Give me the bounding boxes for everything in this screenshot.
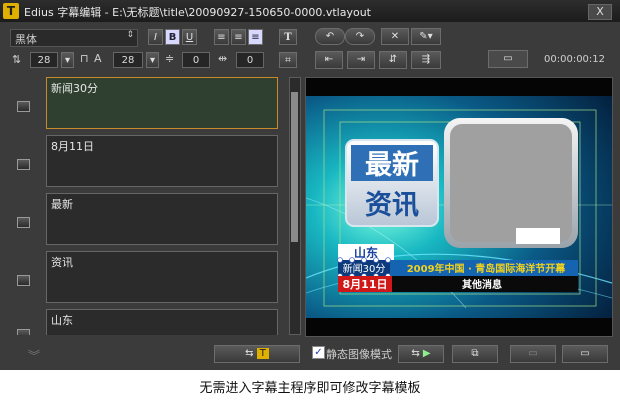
safe-area-icon[interactable]: ▭ [488,50,528,68]
font-select-value: 黑体 [15,33,37,46]
chevron-down-icon[interactable]: ▾ [146,52,159,68]
close-button[interactable]: X [588,4,612,20]
font-select[interactable]: 黑体 ⇕ [10,29,138,47]
font-size-input-1[interactable]: 28 [30,52,58,68]
text-tool-button[interactable]: T [279,29,297,45]
layer-effect-2-icon[interactable]: ⇥ [347,51,375,69]
lock-icon[interactable]: ⊓ [80,52,89,65]
subtitle-strip-icon[interactable]: ▭ [562,345,608,363]
copy-frame-icon[interactable]: ⧉ [452,345,498,363]
align-center-icon[interactable]: ≡ [231,29,246,45]
layer-text-field[interactable]: 山东 [46,309,278,335]
chevron-down-icon: ⇕ [126,30,134,40]
program-label: 新闻30分 [343,262,386,275]
layer-text-field[interactable]: 最新 [46,193,278,245]
list-item[interactable]: 山东 [8,305,288,335]
list-item[interactable]: 最新 [8,189,288,245]
text-fit-icon[interactable]: ⌗ [279,52,297,68]
delete-icon[interactable]: ✕ [381,28,409,45]
date-label: 8月11日 [343,278,388,291]
visibility-icon[interactable] [10,271,36,291]
line-spacing-icon: ≑ [165,52,175,65]
app-logo-icon: T [3,3,19,19]
chevron-down-double-icon: ︾ [28,349,41,363]
badge-line1: 最新 [365,149,419,181]
size-icon: ⇅ [12,53,22,66]
layer-text-field[interactable]: 8月11日 [46,135,278,187]
paint-tools-icon[interactable]: ✎▾ [411,28,441,45]
list-item[interactable]: 资讯 [8,247,288,303]
title-bar: T Edius 字幕编辑 - E:\无标题\title\20090927-150… [0,0,620,22]
badge-line2: 资讯 [365,190,419,221]
align-left-icon[interactable]: ≡ [214,29,229,45]
bold-button[interactable]: B [165,29,180,45]
italic-button[interactable]: I [148,29,163,45]
underline-button[interactable]: U [182,29,197,45]
layer-list-scrollbar[interactable] [289,77,301,335]
align-right-icon[interactable]: ≡ [248,29,263,45]
char-spacing-icon: ⇹ [218,52,228,65]
layer-text-field[interactable]: 资讯 [46,251,278,303]
subtitle-editor-window: T Edius 字幕编辑 - E:\无标题\title\20090927-150… [0,0,620,370]
layer-effect-4-icon[interactable]: ⇶ [411,51,441,69]
list-item[interactable]: 新闻30分 [8,73,288,129]
static-image-checkbox[interactable]: ✓ [312,346,325,359]
ticker-text: 2009年中国 · 青岛国际海洋节开幕 [407,262,567,275]
visibility-icon[interactable] [10,97,36,117]
apply-title-button[interactable]: ⇆ T [214,345,300,363]
undo-icon[interactable]: ↶ [315,28,345,45]
font-scale-icon: A [94,52,102,65]
preview-graphic: 最新 资讯 山东 新闻30分 2009年中国 · 青岛国际海洋节开幕 8月11日… [305,78,613,336]
chevron-down-icon[interactable]: ▾ [61,52,74,68]
line-spacing-input[interactable]: 0 [182,52,210,68]
save-frame-icon: ▭ [510,345,556,363]
list-item[interactable]: 8月11日 [8,131,288,187]
visibility-icon[interactable] [10,213,36,233]
layer-effect-3-icon[interactable]: ⇵ [379,51,407,69]
font-size-input-2[interactable]: 28 [113,52,143,68]
other-news-label: 其他消息 [462,278,502,291]
timecode: 00:00:00:12 [544,54,606,65]
layer-effect-1-icon[interactable]: ⇤ [315,51,343,69]
layer-text-field[interactable]: 新闻30分 [46,77,278,129]
page-caption: 无需进入字幕主程序即可修改字幕模板 [199,381,421,396]
redo-icon[interactable]: ↷ [345,28,375,45]
window-title: Edius 字幕编辑 - E:\无标题\title\20090927-15065… [24,6,371,19]
char-spacing-input[interactable]: 0 [236,52,264,68]
preview-canvas[interactable]: 最新 资讯 山东 新闻30分 2009年中国 · 青岛国际海洋节开幕 8月11日… [305,77,613,337]
play-button[interactable]: ⇆ ▶ [398,345,444,363]
visibility-icon[interactable] [10,325,36,335]
scrollbar-thumb[interactable] [291,92,298,242]
visibility-icon[interactable] [10,155,36,175]
static-image-label: 静态图像模式 [326,348,392,361]
